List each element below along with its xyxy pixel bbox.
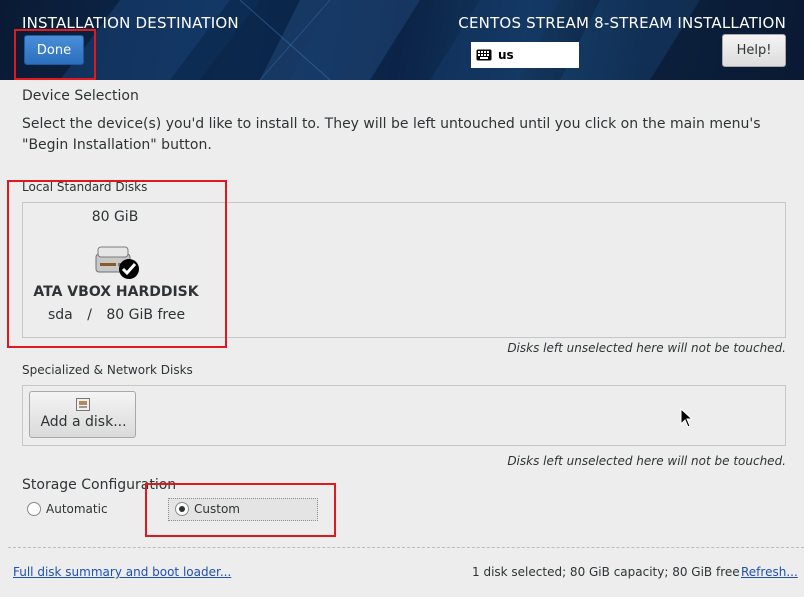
radio-automatic-circle[interactable] [27, 502, 41, 516]
header-background-art [60, 0, 700, 80]
product-title: CENTOS STREAM 8-STREAM INSTALLATION [458, 14, 786, 32]
description-line-2: "Begin Installation" button. [22, 137, 212, 153]
device-selection-description: Select the device(s) you'd like to insta… [22, 114, 782, 156]
add-disk-label: Add a disk... [40, 414, 127, 430]
device-selection-heading: Device Selection [22, 88, 139, 104]
refresh-link[interactable]: Refresh... [741, 565, 798, 579]
highlight-custom [145, 483, 336, 537]
mouse-cursor-icon [680, 408, 692, 428]
full-disk-summary-link[interactable]: Full disk summary and boot loader... [13, 565, 231, 579]
disk-add-icon [76, 398, 90, 411]
header-bar: INSTALLATION DESTINATION CENTOS STREAM 8… [0, 0, 804, 80]
footer-separator [8, 547, 804, 548]
add-disk-button[interactable]: Add a disk... [29, 391, 136, 438]
radio-automatic-label: Automatic [46, 502, 108, 516]
highlight-disk [7, 180, 227, 348]
keyboard-layout-indicator[interactable]: us [471, 42, 579, 68]
network-disks-heading: Specialized & Network Disks [22, 363, 193, 377]
disk-summary-status: 1 disk selected; 80 GiB capacity; 80 GiB… [472, 565, 740, 579]
description-line-1: Select the device(s) you'd like to insta… [22, 116, 761, 132]
highlight-done [14, 29, 96, 80]
keyboard-layout-label: us [498, 48, 514, 62]
network-disks-note: Disks left unselected here will not be t… [507, 454, 786, 468]
local-disks-note: Disks left unselected here will not be t… [507, 341, 786, 355]
help-button[interactable]: Help! [722, 34, 786, 67]
keyboard-icon [476, 49, 492, 61]
